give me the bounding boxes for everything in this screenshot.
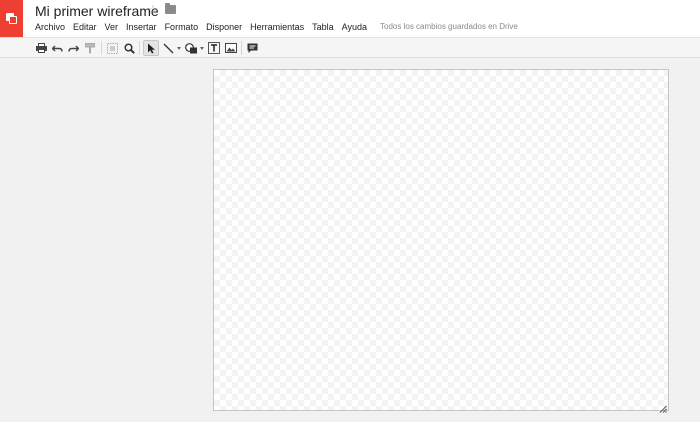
toolbar-separator [139,41,140,55]
menu-bar: Archivo Editar Ver Insertar Formato Disp… [35,20,518,34]
toolbar [0,37,700,58]
shape-icon [184,42,197,53]
resize-handle-icon[interactable] [658,400,667,413]
fit-button[interactable] [106,41,119,55]
menu-formato[interactable]: Formato [165,21,199,33]
menu-disponer[interactable]: Disponer [206,21,242,33]
menu-ver[interactable]: Ver [105,21,119,33]
image-tool-button[interactable] [224,41,237,55]
canvas-area [0,59,700,422]
redo-icon [67,45,79,52]
menu-herramientas[interactable]: Herramientas [250,21,304,33]
chevron-down-icon [176,46,181,50]
menu-archivo[interactable]: Archivo [35,21,65,33]
image-icon [224,43,237,53]
save-status: Todos los cambios guardados en Drive [380,22,518,31]
line-dropdown[interactable] [176,41,181,55]
comment-button[interactable] [246,41,259,55]
text-box-icon [207,42,220,54]
menu-tabla[interactable]: Tabla [312,21,334,33]
paint-format-icon [85,42,95,53]
menu-editar[interactable]: Editar [73,21,97,33]
line-tool-button[interactable] [162,41,174,55]
drawing-canvas[interactable] [213,69,669,413]
zoom-icon [123,42,135,54]
fit-icon [107,42,118,54]
shape-dropdown[interactable] [199,41,204,55]
select-tool-button[interactable] [143,40,159,56]
menu-ayuda[interactable]: Ayuda [342,21,367,33]
select-icon [147,43,155,53]
print-button[interactable] [35,41,47,55]
print-icon [35,43,47,53]
undo-button[interactable] [51,41,63,55]
star-icon[interactable]: ☆ [147,3,159,17]
folder-icon[interactable] [165,3,176,14]
undo-icon [51,45,63,52]
toolbar-separator [101,41,102,55]
document-title[interactable]: Mi primer wireframe [35,2,159,20]
text-box-tool-button[interactable] [207,41,220,55]
drawings-logo[interactable] [0,0,23,37]
header: Mi primer wireframe ☆ Archivo Editar Ver… [0,0,700,37]
zoom-button[interactable] [123,41,135,55]
paint-format-button[interactable] [84,41,96,55]
redo-button[interactable] [67,41,79,55]
menu-insertar[interactable]: Insertar [126,21,157,33]
drawings-logo-icon [6,13,17,24]
line-icon [163,43,173,53]
toolbar-separator [241,41,242,55]
shape-tool-button[interactable] [184,41,198,55]
chevron-down-icon [199,46,204,50]
comment-icon [247,43,258,53]
